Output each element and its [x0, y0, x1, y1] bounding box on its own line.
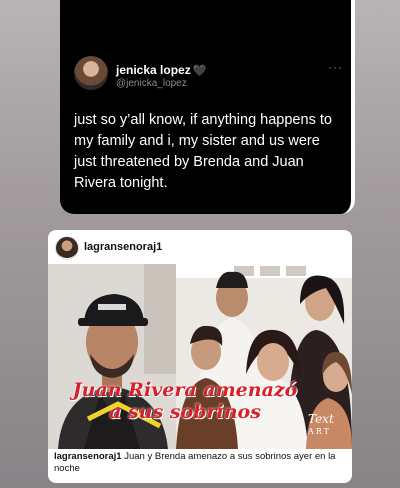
- image-overlay-headline: Juan Rivera amenazó a sus sobrinos: [72, 379, 298, 423]
- tweet-avatar[interactable]: [74, 56, 108, 90]
- more-options-icon[interactable]: ···: [328, 60, 343, 74]
- tweet-author-name[interactable]: jenicka lopez 🖤: [116, 63, 206, 77]
- tweet-handle[interactable]: @jenicka_lopez: [116, 78, 187, 89]
- tweet-text: just so y’all know, if anything happens …: [74, 112, 332, 191]
- post-avatar[interactable]: [55, 236, 79, 260]
- post-caption: lagransenoraj1 Juan y Brenda amenazo a s…: [54, 451, 346, 475]
- textart-watermark: Text ART: [308, 412, 344, 437]
- tweet-card: jenicka lopez 🖤 @jenicka_lopez ··· just s…: [60, 0, 355, 214]
- post-image[interactable]: Juan Rivera amenazó a sus sobrinos Text …: [48, 264, 352, 449]
- tweet-author-label: jenicka lopez: [116, 63, 191, 77]
- watermark-line1: Text: [308, 412, 334, 426]
- shared-post-card[interactable]: lagransenoraj1 Juan Rivera amenazó a sus…: [48, 230, 352, 483]
- post-header: lagransenoraj1: [48, 230, 352, 264]
- post-username[interactable]: lagransenoraj1: [84, 241, 162, 253]
- caption-username[interactable]: lagransenoraj1: [54, 451, 122, 462]
- watermark-line2: ART: [308, 427, 331, 436]
- black-heart-icon: 🖤: [192, 65, 207, 77]
